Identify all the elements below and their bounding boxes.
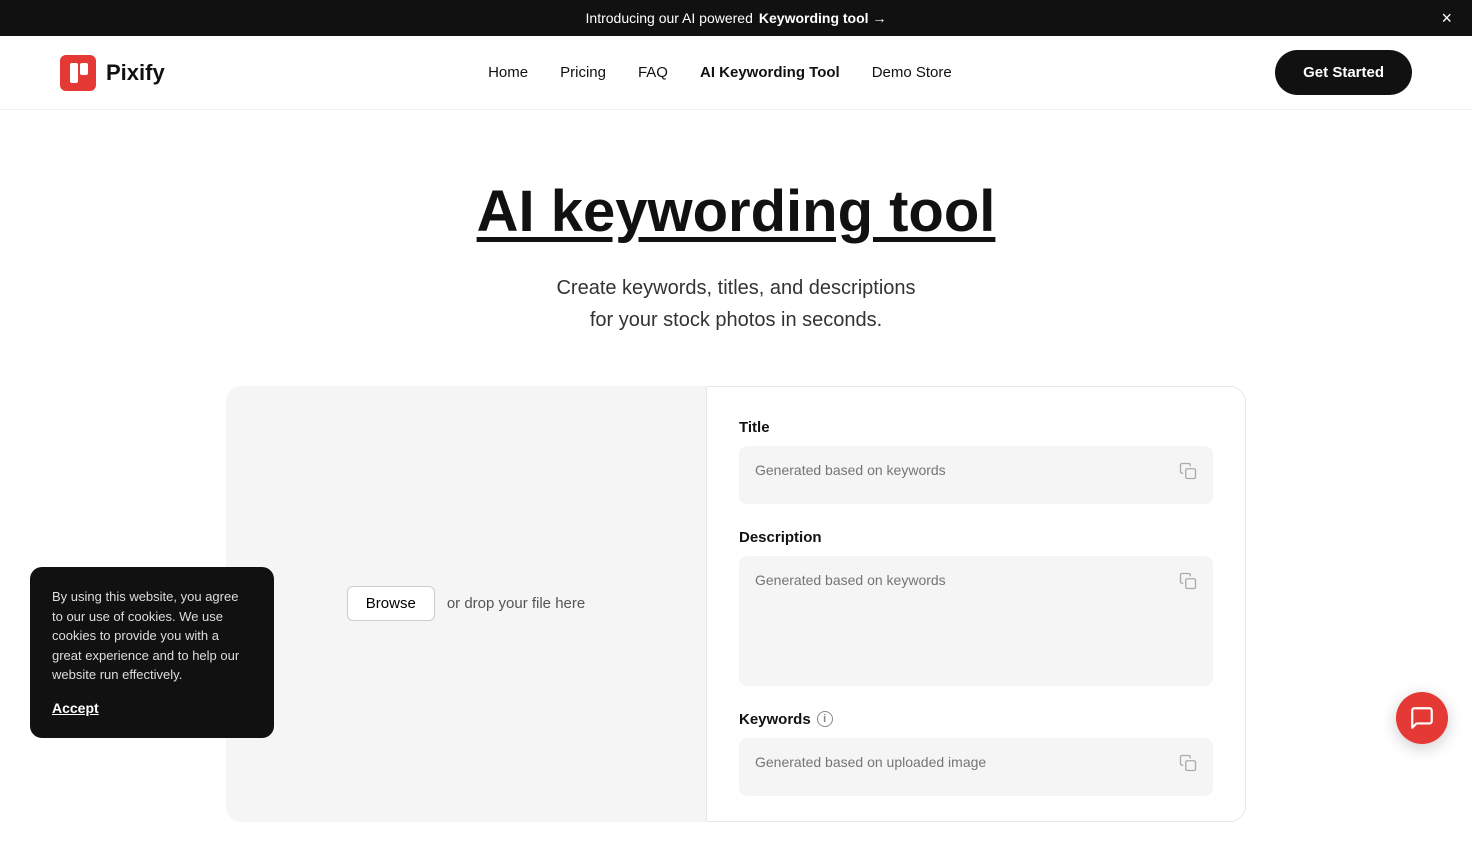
chat-icon	[1409, 705, 1435, 731]
nav-faq[interactable]: FAQ	[638, 64, 668, 81]
chat-bubble-button[interactable]	[1396, 692, 1448, 744]
nav-pricing[interactable]: Pricing	[560, 64, 606, 81]
description-copy-button[interactable]	[1175, 568, 1201, 599]
logo-link[interactable]: Pixify	[60, 55, 165, 91]
upload-content: Browse or drop your file here	[347, 586, 585, 621]
copy-icon-2	[1179, 572, 1197, 590]
keywords-info-icon: i	[817, 711, 833, 727]
cookie-banner: By using this website, you agree to our …	[30, 567, 274, 738]
keywords-label: Keywords i	[739, 711, 1213, 728]
logo-text: Pixify	[106, 60, 165, 86]
nav-demo-store[interactable]: Demo Store	[872, 64, 952, 81]
announcement-bar: Introducing our AI powered Keywording to…	[0, 0, 1472, 36]
title-label: Title	[739, 419, 1213, 436]
nav-home[interactable]: Home	[488, 64, 528, 81]
tool-area: Browse or drop your file here Title Desc…	[186, 386, 1286, 862]
hero-section: AI keywording tool Create keywords, titl…	[0, 110, 1472, 386]
announcement-link[interactable]: Keywording tool →	[759, 10, 887, 26]
description-field-wrapper	[739, 556, 1213, 691]
browse-button[interactable]: Browse	[347, 586, 435, 621]
copy-icon-3	[1179, 754, 1197, 772]
keywords-copy-button[interactable]	[1175, 750, 1201, 781]
nav-ai-keywording[interactable]: AI Keywording Tool	[700, 64, 840, 81]
announcement-close-button[interactable]: ×	[1441, 9, 1452, 27]
title-input[interactable]	[739, 446, 1213, 504]
copy-icon	[1179, 462, 1197, 480]
upload-panel[interactable]: Browse or drop your file here	[226, 386, 706, 822]
title-field-wrapper	[739, 446, 1213, 509]
keywords-input[interactable]	[739, 738, 1213, 796]
upload-hint: or drop your file here	[447, 595, 585, 612]
keywords-field-wrapper	[739, 738, 1213, 801]
cookie-text: By using this website, you agree to our …	[52, 587, 252, 685]
nav-links: Home Pricing FAQ AI Keywording Tool Demo…	[488, 64, 952, 82]
accept-cookies-button[interactable]: Accept	[52, 700, 99, 716]
get-started-button[interactable]: Get Started	[1275, 50, 1412, 95]
description-input[interactable]	[739, 556, 1213, 686]
title-copy-button[interactable]	[1175, 458, 1201, 489]
navbar: Pixify Home Pricing FAQ AI Keywording To…	[0, 36, 1472, 110]
hero-subtitle: Create keywords, titles, and description…	[20, 272, 1452, 336]
announcement-text: Introducing our AI powered	[586, 10, 753, 26]
hero-title: AI keywording tool	[20, 180, 1452, 244]
description-label: Description	[739, 529, 1213, 546]
logo-icon	[60, 55, 96, 91]
output-panel: Title Description	[706, 386, 1246, 822]
